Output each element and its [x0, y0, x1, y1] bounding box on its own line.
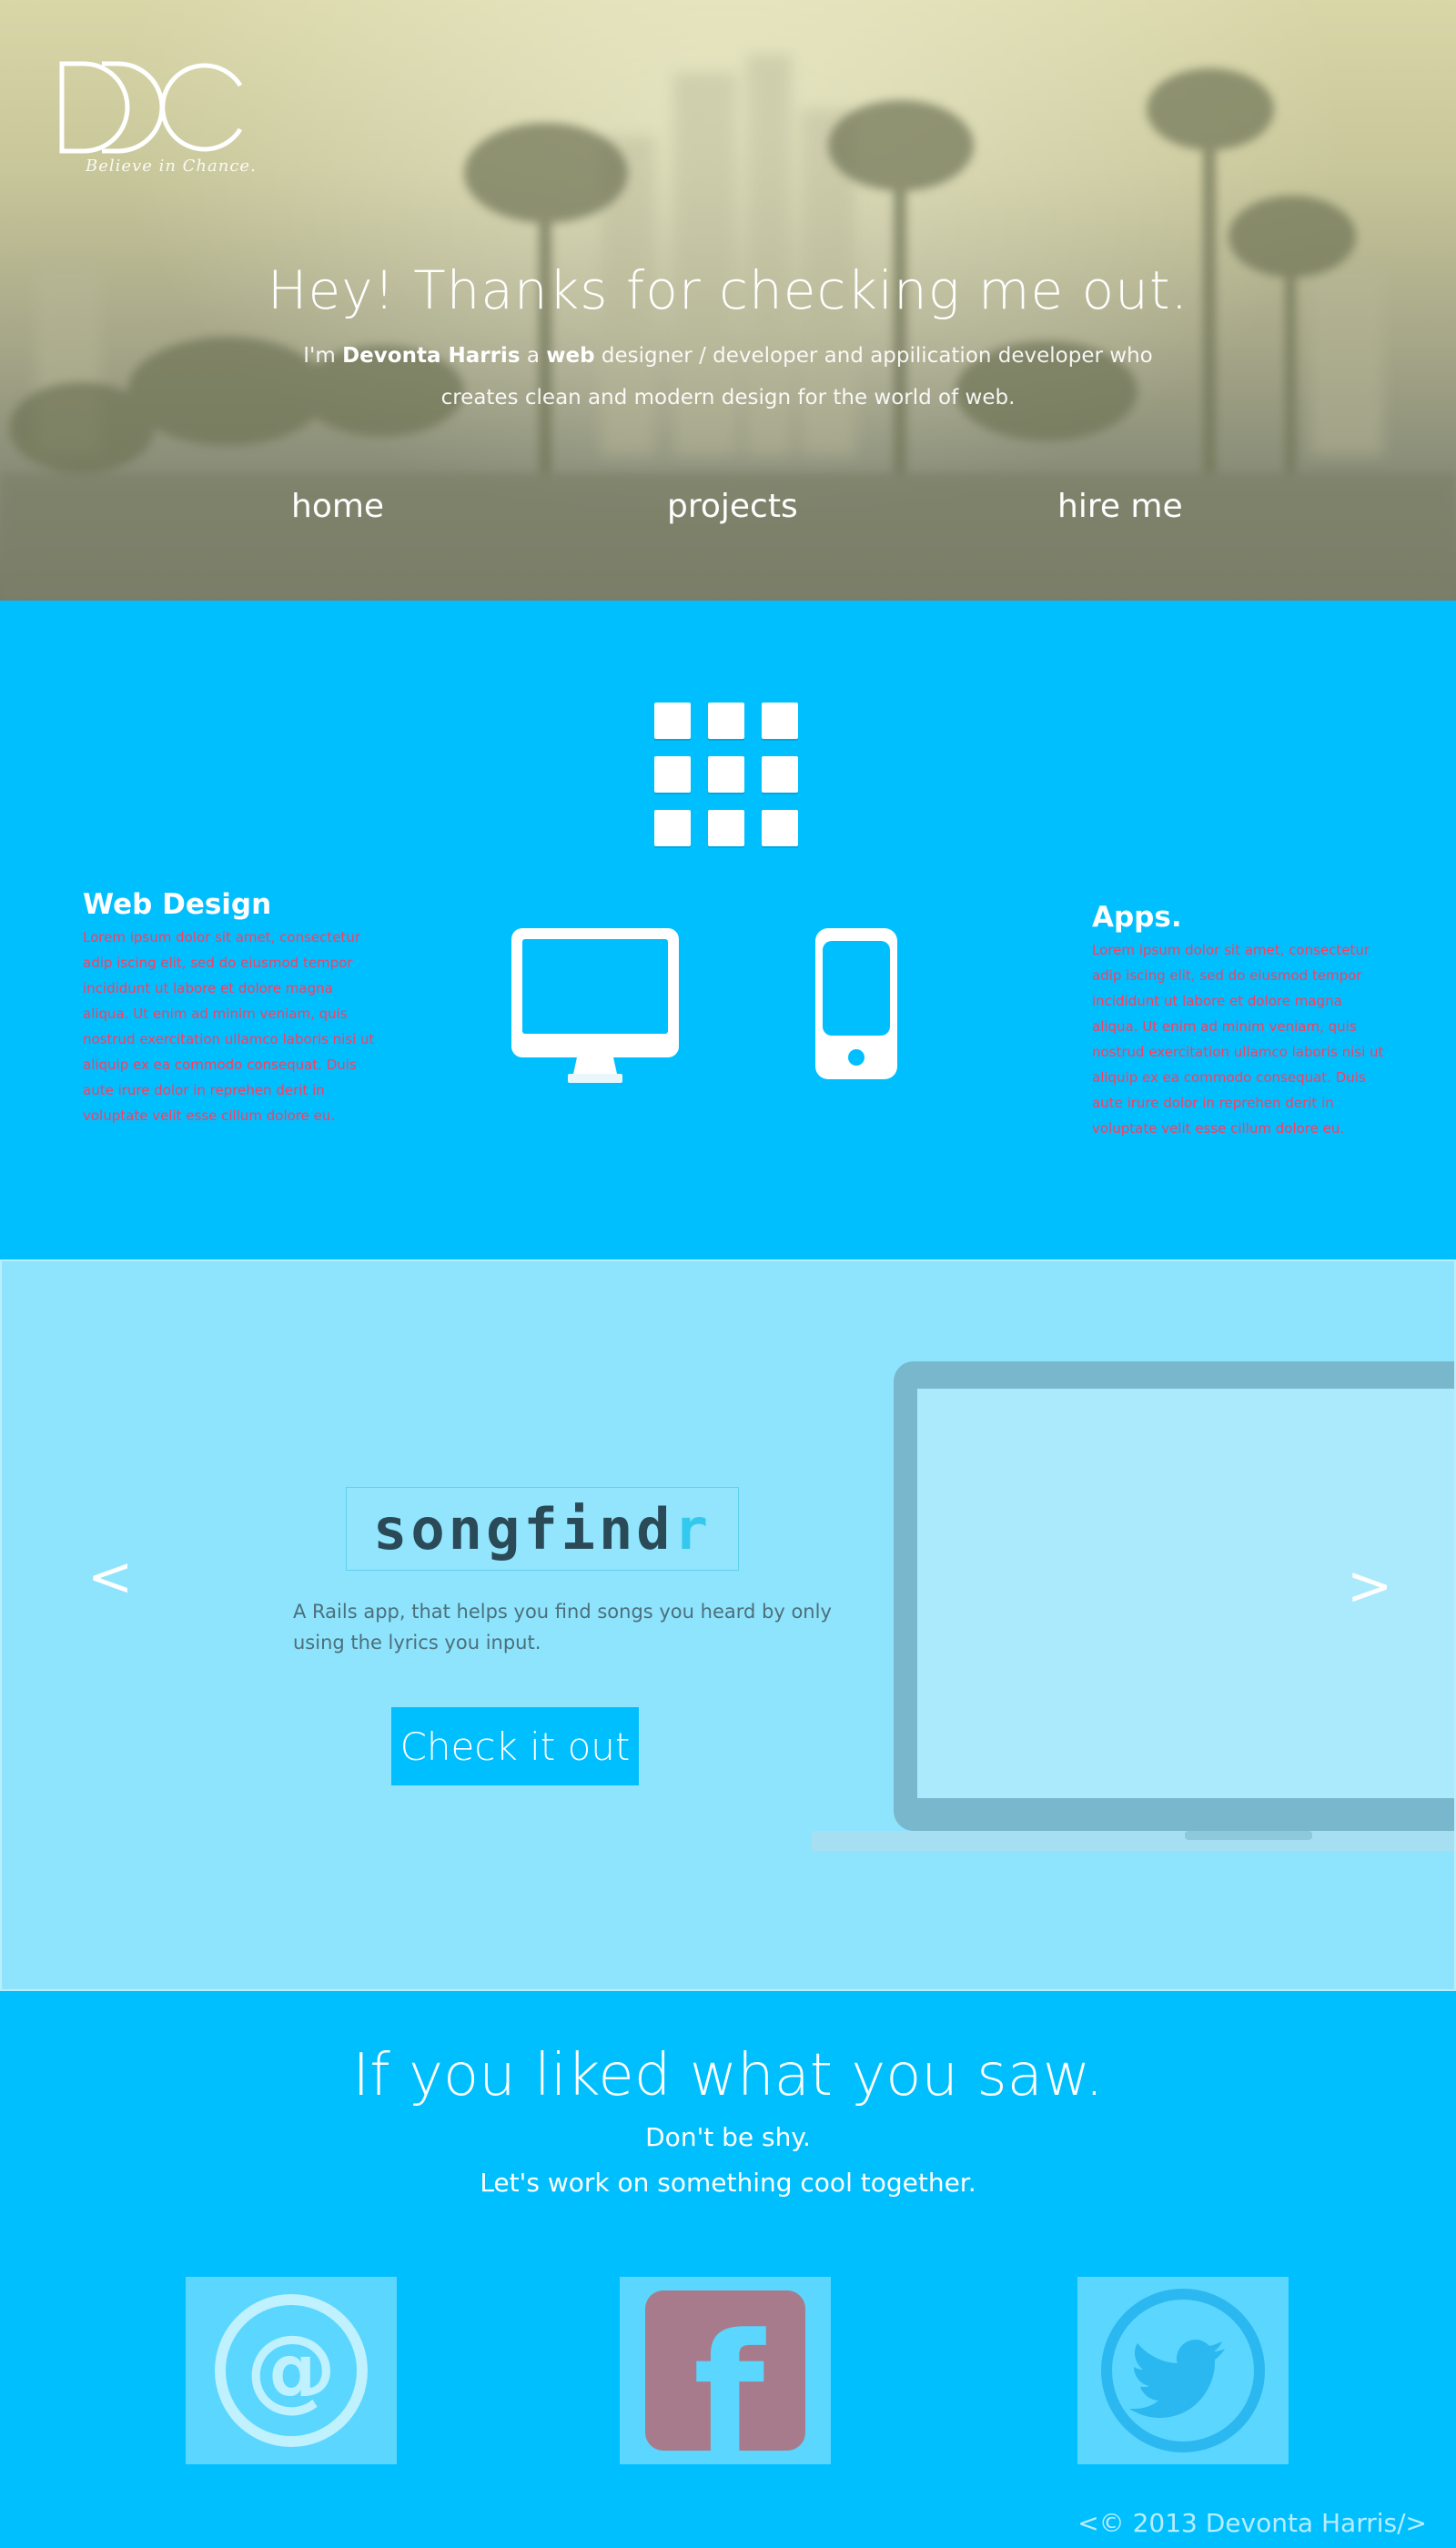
twitter-link[interactable] [1077, 2277, 1289, 2464]
carousel-next-arrow[interactable]: > [1347, 1554, 1392, 1618]
apps-text: Lorem ipsum dolor sit amet, consectetur … [1092, 942, 1384, 1137]
contact-subline-1: Don't be shy. [645, 2122, 811, 2152]
project-description: A Rails app, that helps you find songs y… [293, 1601, 832, 1653]
intro-prefix: I'm [303, 344, 343, 368]
nav-projects[interactable]: projects [667, 488, 798, 525]
check-it-out-button[interactable]: Check it out [391, 1707, 639, 1785]
facebook-icon: f [645, 2290, 805, 2451]
contact-heading: If you liked what you saw. [352, 2042, 1104, 2109]
email-at-icon: @ [215, 2294, 368, 2447]
apps-title: Apps. [1092, 901, 1182, 934]
carousel-prev-arrow[interactable]: < [87, 1545, 133, 1609]
contact-subline-2: Let's work on something cool together. [480, 2168, 976, 2198]
smartphone-icon [815, 928, 897, 1079]
web-design-title: Web Design [83, 888, 272, 921]
email-link[interactable]: @ [186, 2277, 397, 2464]
intro-name: Devonta Harris [342, 344, 521, 368]
hero-section: Believe in Chance. Hey! Thanks for check… [0, 0, 1456, 601]
footer-copyright: <© 2013 Devonta Harris/> [1077, 2508, 1427, 2538]
facebook-glyph: f [693, 2300, 766, 2451]
nav-hire-me[interactable]: hire me [1057, 488, 1183, 525]
hero-title: Hey! Thanks for checking me out. [267, 259, 1189, 321]
desktop-monitor-icon [511, 928, 679, 1083]
app-grid-icon [654, 703, 798, 846]
services-section: Web Design Lorem ipsum dolor sit amet, c… [0, 601, 1456, 1259]
songfindr-logo-accent: r [673, 1495, 712, 1562]
hero-intro: I'm Devonta Harris a web designer / deve… [300, 335, 1156, 419]
logo-tagline: Believe in Chance. [86, 157, 257, 176]
web-design-text: Lorem ipsum dolor sit amet, consectetur … [83, 929, 375, 1124]
twitter-bird-icon [1101, 2289, 1265, 2452]
email-at-glyph: @ [246, 2315, 337, 2422]
facebook-link[interactable]: f [620, 2277, 831, 2464]
nav-home[interactable]: home [291, 488, 384, 525]
intro-mid: a [520, 344, 547, 368]
contact-section: If you liked what you saw. Don't be shy.… [0, 1991, 1456, 2548]
songfindr-logo: songfind r [346, 1487, 739, 1571]
intro-role: web [546, 344, 595, 368]
project-showcase: < > songfind r A Rails app, that helps yo… [0, 1259, 1456, 1991]
songfindr-logo-main: songfind [373, 1495, 674, 1562]
